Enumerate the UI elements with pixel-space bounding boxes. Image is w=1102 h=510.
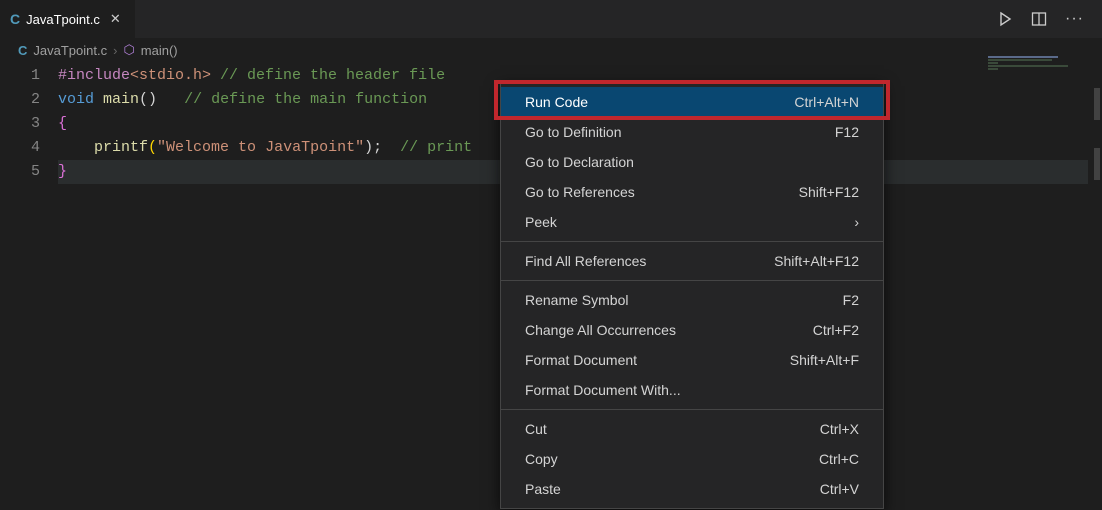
run-icon[interactable] (997, 11, 1013, 27)
menu-label: Format Document (525, 352, 637, 368)
line-gutter: 1 2 3 4 5 (0, 64, 58, 184)
menu-run-code[interactable]: Run Code Ctrl+Alt+N (501, 87, 883, 117)
menu-separator (501, 241, 883, 242)
scrollbar-mark (1094, 88, 1100, 120)
symbol-icon: ⬡ (123, 42, 134, 58)
breadcrumb[interactable]: C JavaTpoint.c › ⬡ main() (0, 38, 1102, 62)
menu-label: Peek (525, 214, 557, 230)
menu-go-to-definition[interactable]: Go to Definition F12 (501, 117, 883, 147)
menu-shortcut: Ctrl+Alt+N (794, 94, 859, 110)
menu-label: Cut (525, 421, 547, 437)
menu-separator (501, 409, 883, 410)
context-menu: Run Code Ctrl+Alt+N Go to Definition F12… (500, 82, 884, 509)
menu-go-to-references[interactable]: Go to References Shift+F12 (501, 177, 883, 207)
menu-label: Paste (525, 481, 561, 497)
chevron-right-icon: › (113, 43, 117, 58)
breadcrumb-symbol: main() (141, 43, 178, 58)
line-number: 5 (0, 160, 40, 184)
menu-peek[interactable]: Peek › (501, 207, 883, 237)
tab-filename: JavaTpoint.c (26, 12, 100, 27)
menu-format-document[interactable]: Format Document Shift+Alt+F (501, 345, 883, 375)
menu-find-all-references[interactable]: Find All References Shift+Alt+F12 (501, 246, 883, 276)
menu-copy[interactable]: Copy Ctrl+C (501, 444, 883, 474)
menu-label: Run Code (525, 94, 588, 110)
menu-change-all-occurrences[interactable]: Change All Occurrences Ctrl+F2 (501, 315, 883, 345)
c-file-icon: C (18, 43, 27, 58)
menu-shortcut: Shift+Alt+F (790, 352, 859, 368)
more-actions-icon[interactable]: ··· (1065, 10, 1084, 28)
menu-label: Go to Definition (525, 124, 622, 140)
menu-shortcut: Shift+F12 (799, 184, 859, 200)
tab-bar: C JavaTpoint.c ✕ ··· (0, 0, 1102, 38)
scrollbar-mark (1094, 148, 1100, 180)
menu-cut[interactable]: Cut Ctrl+X (501, 414, 883, 444)
line-number: 3 (0, 112, 40, 136)
menu-shortcut: Ctrl+F2 (813, 322, 859, 338)
split-editor-icon[interactable] (1031, 11, 1047, 27)
menu-label: Format Document With... (525, 382, 681, 398)
line-number: 1 (0, 64, 40, 88)
menu-format-document-with[interactable]: Format Document With... (501, 375, 883, 405)
menu-paste[interactable]: Paste Ctrl+V (501, 474, 883, 504)
breadcrumb-file: JavaTpoint.c (33, 43, 107, 58)
c-file-icon: C (10, 11, 20, 27)
chevron-right-icon: › (854, 214, 859, 230)
minimap[interactable] (988, 56, 1088, 116)
tab-active[interactable]: C JavaTpoint.c ✕ (0, 0, 135, 38)
menu-label: Rename Symbol (525, 292, 629, 308)
menu-shortcut: Ctrl+C (819, 451, 859, 467)
menu-shortcut: F2 (843, 292, 859, 308)
menu-label: Copy (525, 451, 558, 467)
menu-label: Find All References (525, 253, 646, 269)
menu-shortcut: Shift+Alt+F12 (774, 253, 859, 269)
menu-label: Go to Declaration (525, 154, 634, 170)
menu-rename-symbol[interactable]: Rename Symbol F2 (501, 285, 883, 315)
menu-shortcut: Ctrl+X (820, 421, 859, 437)
line-number: 4 (0, 136, 40, 160)
editor-actions: ··· (997, 10, 1102, 28)
line-number: 2 (0, 88, 40, 112)
menu-shortcut: Ctrl+V (820, 481, 859, 497)
close-icon[interactable]: ✕ (106, 9, 125, 29)
scrollbar[interactable] (1088, 38, 1102, 510)
menu-go-to-declaration[interactable]: Go to Declaration (501, 147, 883, 177)
menu-shortcut: F12 (835, 124, 859, 140)
menu-label: Change All Occurrences (525, 322, 676, 338)
menu-separator (501, 280, 883, 281)
menu-label: Go to References (525, 184, 635, 200)
